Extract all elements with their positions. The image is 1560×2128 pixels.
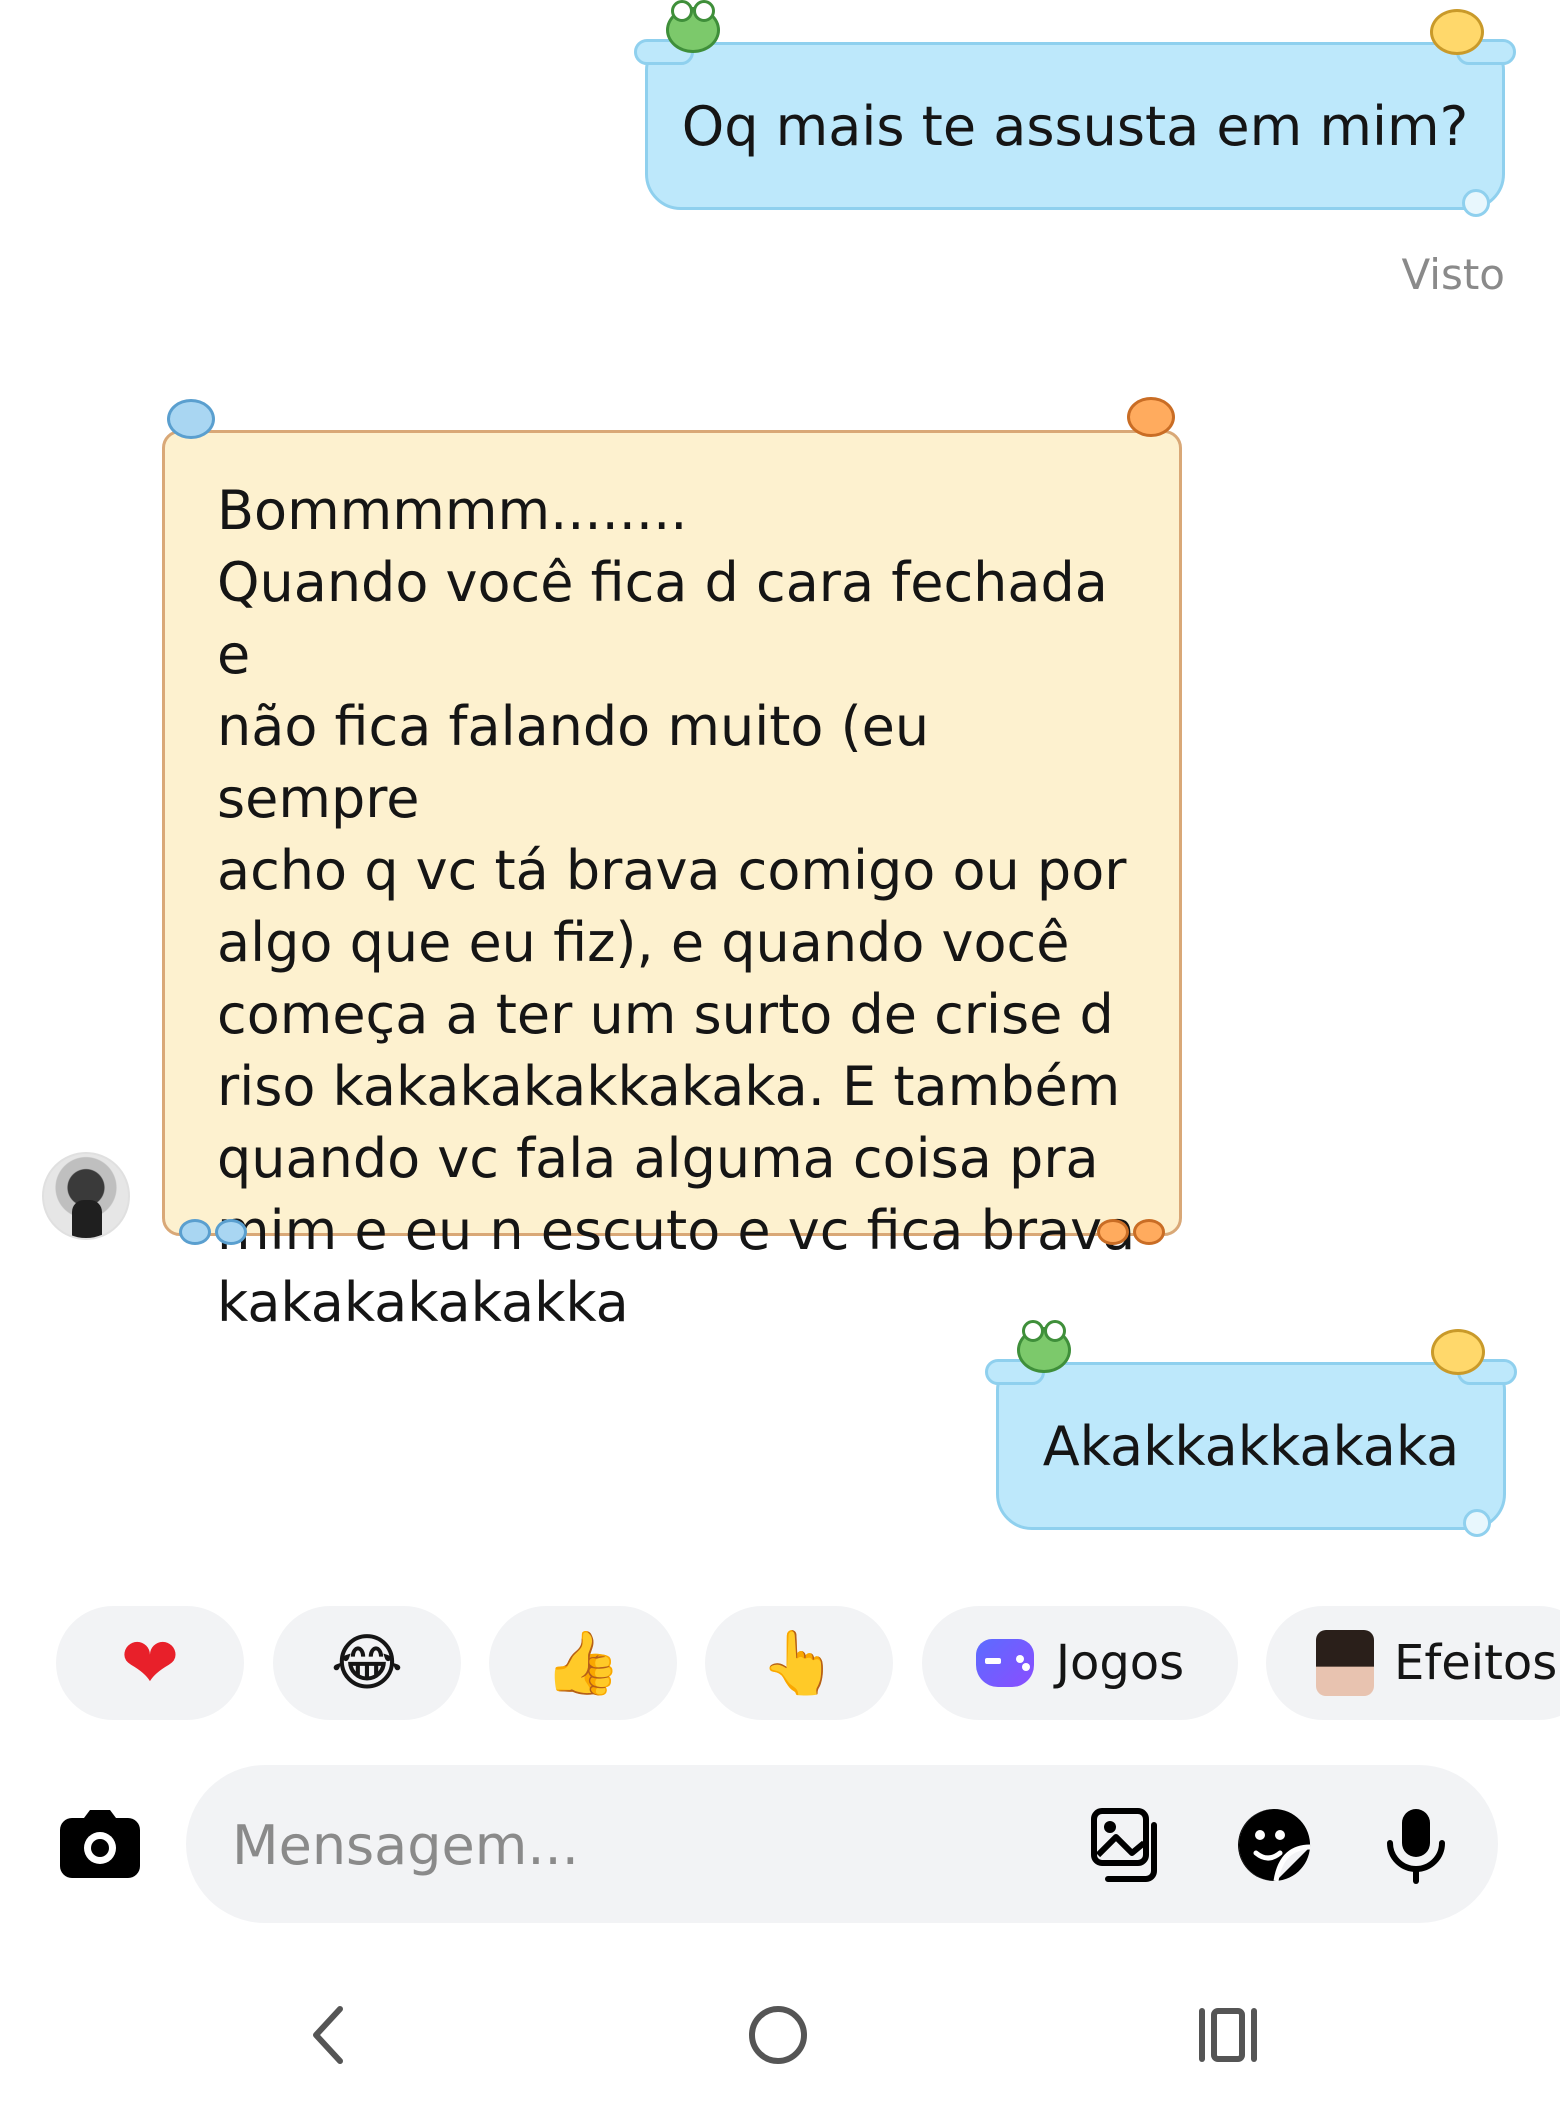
chick-sticker-icon [1431, 1329, 1485, 1375]
message-composer [186, 1765, 1498, 1923]
gamepad-icon [975, 1639, 1034, 1687]
cat-sticker-icon [1127, 397, 1175, 437]
thumbs-up-icon: 👍 [544, 1626, 622, 1699]
outgoing-message-bubble[interactable]: Akakkakkakaka [985, 1320, 1517, 1537]
paw-icon [1133, 1219, 1165, 1245]
point-up-icon: 👆 [760, 1626, 838, 1699]
dog-sticker-icon [167, 399, 215, 439]
point-up-reaction-button[interactable]: 👆 [705, 1606, 893, 1720]
effects-button[interactable]: Efeitos [1266, 1606, 1560, 1720]
effect-thumbnail-icon [1316, 1630, 1374, 1696]
quick-reactions-bar: ❤ 😂 👍 👆 Jogos Efeitos [56, 1606, 1560, 1720]
chick-sticker-icon [1430, 9, 1484, 55]
paw-icon [179, 1219, 211, 1245]
incoming-message-bubble[interactable]: Bommmmm........ Quando você fica d cara … [162, 397, 1182, 1334]
recents-icon[interactable] [1188, 1995, 1268, 2075]
effects-label: Efeitos [1394, 1635, 1558, 1691]
games-button[interactable]: Jogos [922, 1606, 1238, 1720]
sender-avatar[interactable] [42, 1152, 130, 1240]
heart-icon: ❤ [120, 1622, 180, 1704]
thumbs-up-reaction-button[interactable]: 👍 [489, 1606, 677, 1720]
heart-reaction-button[interactable]: ❤ [56, 1606, 244, 1720]
laugh-reaction-button[interactable]: 😂 [273, 1606, 461, 1720]
gallery-icon[interactable] [1088, 1805, 1168, 1885]
bubble-decoration [1462, 189, 1490, 217]
paw-icon [1097, 1219, 1129, 1245]
games-label: Jogos [1055, 1635, 1185, 1691]
laughing-emoji-icon: 😂 [330, 1626, 404, 1699]
outgoing-message-bubble[interactable]: Oq mais te assusta em mim? [634, 0, 1516, 217]
microphone-icon[interactable] [1376, 1805, 1456, 1885]
home-icon[interactable] [738, 1995, 818, 2075]
sticker-icon[interactable] [1234, 1805, 1314, 1885]
camera-icon[interactable] [58, 1806, 142, 1880]
back-icon[interactable] [288, 1995, 368, 2075]
frog-sticker-icon [666, 0, 720, 53]
message-input[interactable] [230, 1795, 1034, 1895]
paw-icon [215, 1219, 247, 1245]
message-text: Oq mais te assusta em mim? [681, 94, 1469, 158]
message-text: Bommmmm........ Quando você fica d cara … [217, 479, 1136, 1334]
bubble-decoration [1463, 1509, 1491, 1537]
message-text: Akakkakkakaka [1042, 1414, 1460, 1478]
frog-sticker-icon [1017, 1320, 1071, 1373]
seen-receipt: Visto [1401, 250, 1505, 299]
